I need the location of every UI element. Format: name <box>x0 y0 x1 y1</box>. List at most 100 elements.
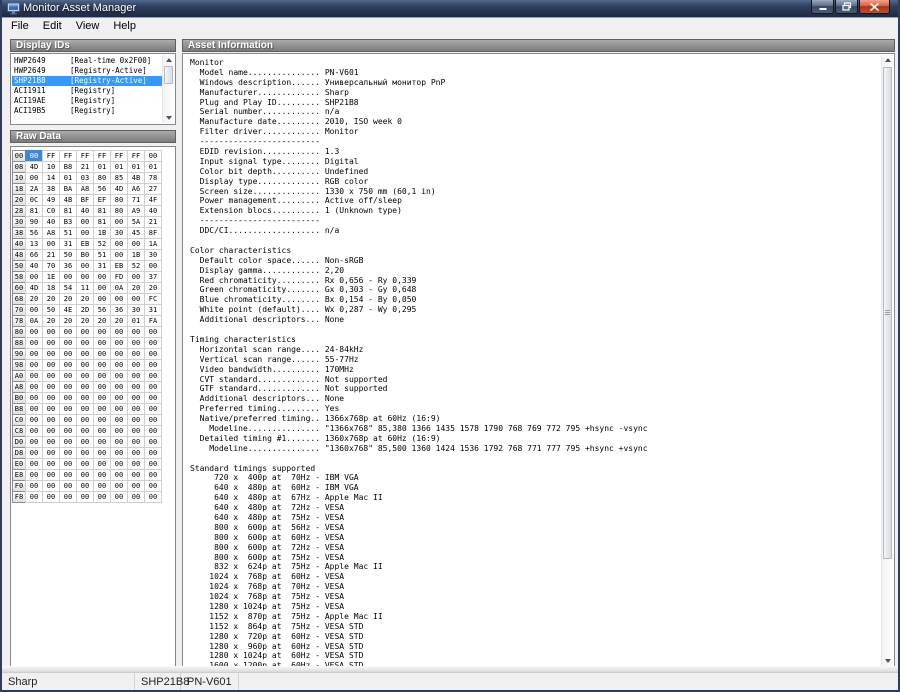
maximize-button[interactable] <box>835 0 858 14</box>
asset-info-line: Extension blocs.......... 1 (Unknown typ… <box>190 206 648 216</box>
display-id-status: [Registry] <box>70 106 115 115</box>
asset-info-line: Serial number............ n/a <box>190 107 648 117</box>
close-button[interactable] <box>859 0 890 14</box>
asset-scrollbar[interactable] <box>881 55 893 666</box>
raw-data-panel: 0000FFFFFFFFFFFF00084D10B821010101011000… <box>10 146 176 668</box>
scroll-down-icon[interactable] <box>882 656 893 666</box>
display-id-item[interactable]: HWP2649[Registry-Active] <box>12 66 162 76</box>
asset-info-line: 800 x 600p at 72Hz - VESA <box>190 543 648 553</box>
asset-info-line: Video bandwidth.......... 170MHz <box>190 365 648 375</box>
asset-info-line: Detailed timing #1....... 1360x768p at 6… <box>190 434 648 444</box>
hex-offset-cell[interactable]: F8 <box>12 491 26 503</box>
minimize-button[interactable] <box>811 0 834 14</box>
asset-info-line <box>190 454 648 464</box>
asset-information-panel: Monitor Model name............... PN-V60… <box>182 53 895 668</box>
asset-info-line: Default color space...... Non-sRGB <box>190 256 648 266</box>
display-id-item[interactable]: SHP21B8[Registry-Active] <box>12 76 162 86</box>
close-icon <box>870 3 879 11</box>
asset-info-line: ------------------------- <box>190 137 648 147</box>
hex-byte-cell[interactable]: 00 <box>93 491 111 503</box>
maximize-icon <box>842 2 852 11</box>
display-id-status: [Registry-Active] <box>70 66 147 75</box>
scroll-up-icon[interactable] <box>163 55 174 65</box>
asset-info-line: Input signal type........ Digital <box>190 157 648 167</box>
asset-info-line: Power management......... Active off/sle… <box>190 196 648 206</box>
hex-byte-cell[interactable]: 00 <box>42 491 60 503</box>
asset-info-line: 720 x 400p at 70Hz - IBM VGA <box>190 473 648 483</box>
display-ids-header: Display IDs <box>10 39 176 52</box>
asset-info-line: 640 x 480p at 60Hz - IBM VGA <box>190 483 648 493</box>
asset-info-line: ------------------------- <box>190 216 648 226</box>
asset-info-line: Modeline............... "1360x768" 85,50… <box>190 444 648 454</box>
asset-info-line <box>190 325 648 335</box>
raw-data-header: Raw Data <box>10 130 176 143</box>
display-list-scrollbar[interactable] <box>162 55 174 123</box>
asset-info-line: 1024 x 768p at 75Hz - VESA <box>190 592 648 602</box>
display-id-item[interactable]: ACI1911[Registry] <box>12 86 162 96</box>
asset-info-line: 1024 x 768p at 70Hz - VESA <box>190 582 648 592</box>
scrollbar-thumb[interactable] <box>883 67 892 559</box>
asset-info-line: White point (default).... Wx 0,287 - Wy … <box>190 305 648 315</box>
display-id-code: HWP2649 <box>14 56 70 66</box>
asset-info-line: 800 x 600p at 60Hz - VESA <box>190 533 648 543</box>
asset-info-line: Additional descriptors... None <box>190 315 648 325</box>
status-pnp-id: SHP21B8 <box>135 673 181 691</box>
status-manufacturer: Sharp <box>2 673 135 691</box>
scrollbar-thumb[interactable] <box>164 66 173 84</box>
display-id-code: SHP21B8 <box>14 76 70 86</box>
asset-info-line: Horizontal scan range.... 24-84kHz <box>190 345 648 355</box>
minimize-icon <box>818 3 828 11</box>
display-id-item[interactable]: ACI19B5[Registry] <box>12 106 162 116</box>
title-bar[interactable]: Monitor Asset Manager <box>2 0 898 17</box>
status-empty-area <box>239 673 898 691</box>
asset-info-line: 1280 x 1024p at 75Hz - VESA <box>190 602 648 612</box>
monitor-icon <box>7 2 20 15</box>
asset-info-line: Preferred timing......... Yes <box>190 404 648 414</box>
status-bar: Sharp SHP21B8 PN-V601 <box>2 672 898 691</box>
asset-info-line: Screen size.............. 1330 x 750 mm … <box>190 187 648 197</box>
asset-info-line: 800 x 600p at 56Hz - VESA <box>190 523 648 533</box>
window-title: Monitor Asset Manager <box>23 2 136 14</box>
hex-byte-cell[interactable]: 00 <box>25 491 43 503</box>
asset-info-line: Manufacture date......... 2010, ISO week… <box>190 117 648 127</box>
display-id-status: [Registry] <box>70 96 115 105</box>
asset-info-line <box>190 236 648 246</box>
scroll-up-icon[interactable] <box>882 55 893 65</box>
asset-info-line: Modeline............... "1366x768" 85,38… <box>190 424 648 434</box>
hex-byte-cell[interactable]: 00 <box>59 491 77 503</box>
asset-info-line: Plug and Play ID......... SHP21B8 <box>190 98 648 108</box>
asset-info-line: Manufacturer............. Sharp <box>190 88 648 98</box>
menu-item[interactable]: View <box>69 19 107 33</box>
asset-info-line: DDC/CI................... n/a <box>190 226 648 236</box>
asset-info-line: Red chromaticity......... Rx 0,656 - Ry … <box>190 276 648 286</box>
display-id-item[interactable]: ACI19AE[Registry] <box>12 96 162 106</box>
asset-info-line: 1280 x 720p at 60Hz - VESA STD <box>190 632 648 642</box>
menu-item[interactable]: Help <box>106 19 143 33</box>
hex-byte-cell[interactable]: 00 <box>76 491 94 503</box>
hex-byte-cell[interactable]: 00 <box>110 491 128 503</box>
caption-buttons <box>810 0 890 14</box>
menu-item[interactable]: File <box>4 19 36 33</box>
asset-info-line: 1024 x 768p at 60Hz - VESA <box>190 572 648 582</box>
asset-info-line: 1280 x 1024p at 60Hz - VESA STD <box>190 651 648 661</box>
hex-byte-cell[interactable]: 00 <box>127 491 145 503</box>
asset-info-line: 640 x 480p at 67Hz - Apple Mac II <box>190 493 648 503</box>
asset-info-line: 1152 x 870p at 75Hz - Apple Mac II <box>190 612 648 622</box>
scrollbar-grip-icon <box>885 310 890 316</box>
menu-item[interactable]: Edit <box>36 19 69 33</box>
asset-info-line: 832 x 624p at 75Hz - Apple Mac II <box>190 562 648 572</box>
menu-bar: File Edit View Help <box>2 18 900 33</box>
asset-info-line: Additional descriptors... None <box>190 394 648 404</box>
display-id-code: ACI19B5 <box>14 106 70 116</box>
asset-info-line: 1152 x 864p at 75Hz - VESA STD <box>190 622 648 632</box>
asset-information-header: Asset Information <box>182 39 895 52</box>
asset-info-line: Color bit depth.......... Undefined <box>190 167 648 177</box>
app-window: Monitor Asset Manager File Edit <box>0 0 900 692</box>
asset-info-line: Blue chromaticity........ Bx 0,154 - By … <box>190 295 648 305</box>
hex-byte-cell[interactable]: 00 <box>144 491 162 503</box>
display-id-code: ACI19AE <box>14 96 70 106</box>
asset-info-line: GTF standard............. Not supported <box>190 384 648 394</box>
display-id-item[interactable]: HWP2649[Real-time 0x2F00] <box>12 56 162 66</box>
display-id-code: HWP2649 <box>14 66 70 76</box>
scroll-down-icon[interactable] <box>163 113 174 123</box>
